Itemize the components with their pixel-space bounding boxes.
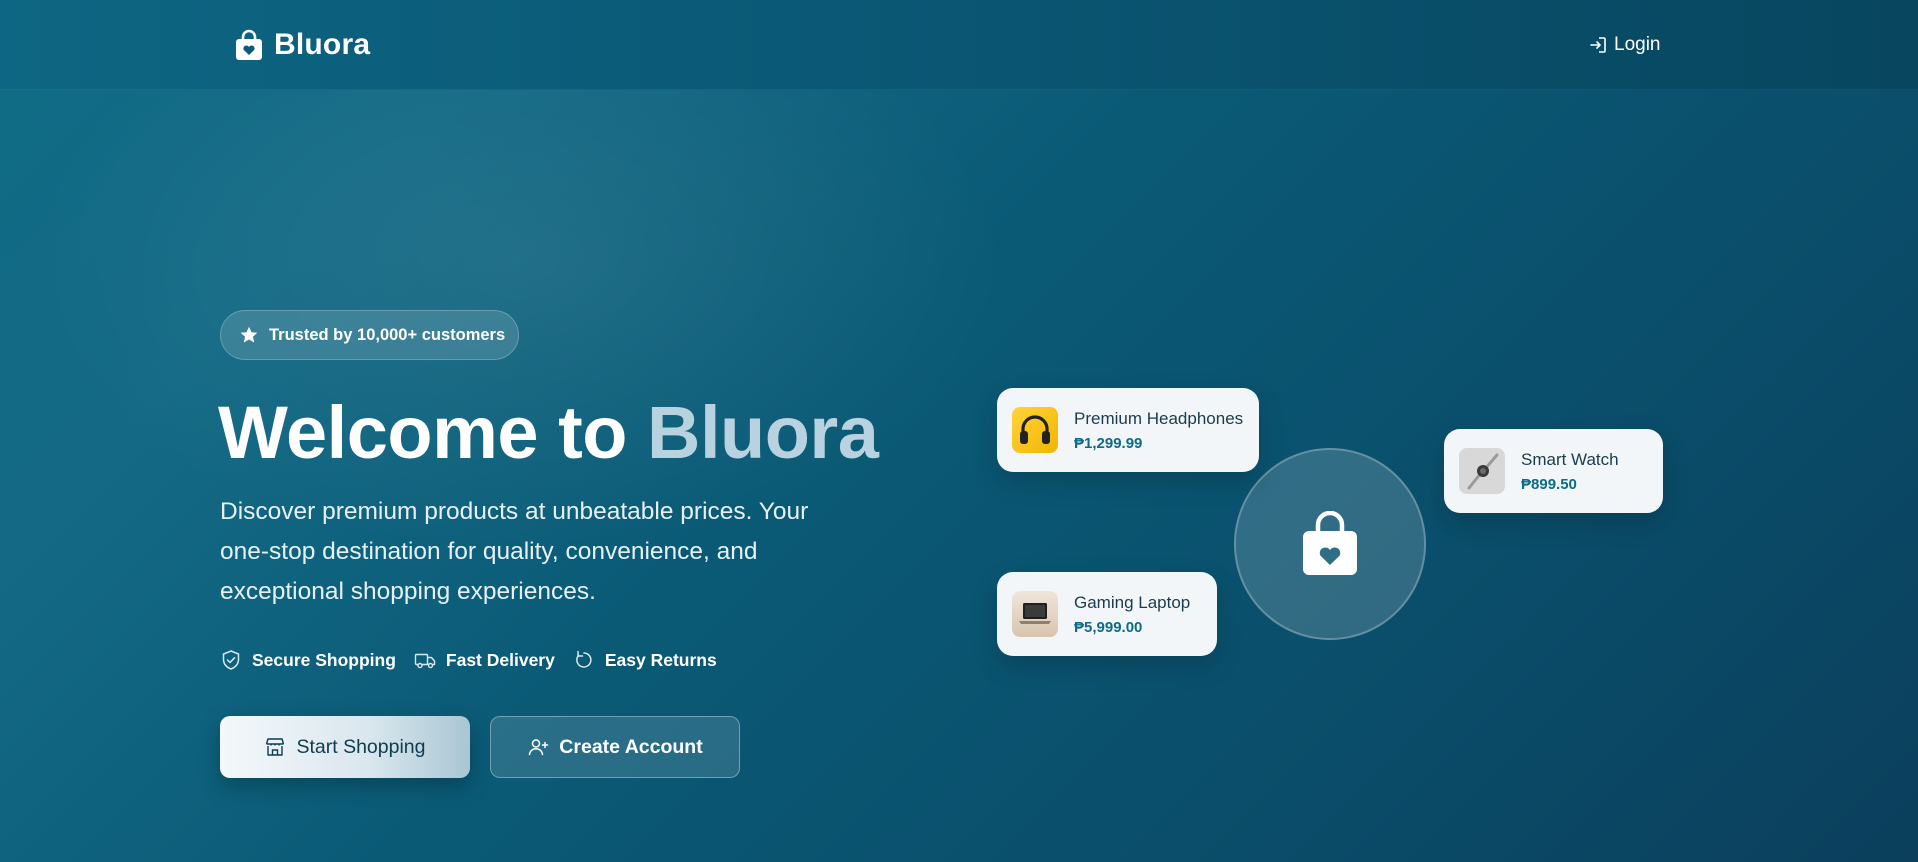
product-info: Gaming Laptop ₱5,999.00 [1074, 593, 1190, 636]
product-thumbnail [1012, 407, 1058, 453]
create-account-label: Create Account [559, 735, 703, 758]
trust-badge: Trusted by 10,000+ customers [220, 310, 519, 360]
trust-badge-text: Trusted by 10,000+ customers [269, 325, 506, 344]
hero-title-prefix: Welcome to [218, 391, 647, 474]
smart-watch-icon [1467, 453, 1499, 490]
feature-label: Secure Shopping [252, 649, 396, 670]
product-info: Premium Headphones ₱1,299.99 [1074, 409, 1243, 452]
start-shopping-button[interactable]: Start Shopping [220, 716, 470, 778]
top-navbar: Bluora Login [0, 0, 1918, 90]
shopping-bag-icon [236, 29, 262, 60]
product-price: ₱899.50 [1521, 475, 1577, 493]
truck-icon [414, 653, 436, 669]
brand-logo-link[interactable]: Bluora [234, 26, 370, 64]
login-icon [1590, 37, 1606, 53]
login-link[interactable]: Login [1588, 32, 1661, 58]
feature-list: Secure Shopping Fast Delivery Easy Retur… [220, 645, 717, 675]
feature-fast-delivery: Fast Delivery [414, 649, 555, 671]
product-card-gaming-laptop[interactable]: Gaming Laptop ₱5,999.00 [997, 572, 1217, 656]
product-info: Smart Watch ₱899.50 [1521, 450, 1619, 493]
user-plus-icon [529, 739, 549, 756]
product-thumbnail [1459, 448, 1505, 494]
laptop-icon [1019, 603, 1051, 624]
feature-label: Easy Returns [604, 649, 717, 670]
feature-secure-shopping: Secure Shopping [220, 649, 396, 671]
product-price: ₱1,299.99 [1074, 434, 1143, 452]
rotate-icon [576, 650, 592, 668]
hero-bag-circle [1234, 448, 1426, 640]
hero-description: Discover premium products at unbeatable … [220, 498, 809, 605]
product-thumbnail [1012, 591, 1058, 637]
product-card-headphones[interactable]: Premium Headphones ₱1,299.99 [997, 388, 1259, 472]
feature-label: Fast Delivery [445, 649, 555, 670]
hero-title-accent: Bluora [647, 391, 879, 474]
product-card-smart-watch[interactable]: Smart Watch ₱899.50 [1444, 429, 1663, 513]
product-name: Smart Watch [1521, 449, 1619, 469]
shopping-bag-heart-icon [1303, 511, 1357, 575]
create-account-button[interactable]: Create Account [490, 716, 740, 778]
login-label: Login [1614, 34, 1661, 55]
hero-title: Welcome to Bluora [218, 388, 879, 478]
product-name: Gaming Laptop [1074, 592, 1191, 612]
start-shopping-label: Start Shopping [296, 735, 426, 758]
product-name: Premium Headphones [1074, 408, 1244, 428]
headphones-icon [1020, 415, 1050, 444]
product-price: ₱5,999.00 [1074, 618, 1143, 636]
feature-easy-returns: Easy Returns [573, 649, 717, 671]
star-icon [240, 326, 258, 343]
store-icon [266, 738, 285, 756]
shield-check-icon [222, 650, 240, 670]
brand-name: Bluora [274, 28, 371, 61]
